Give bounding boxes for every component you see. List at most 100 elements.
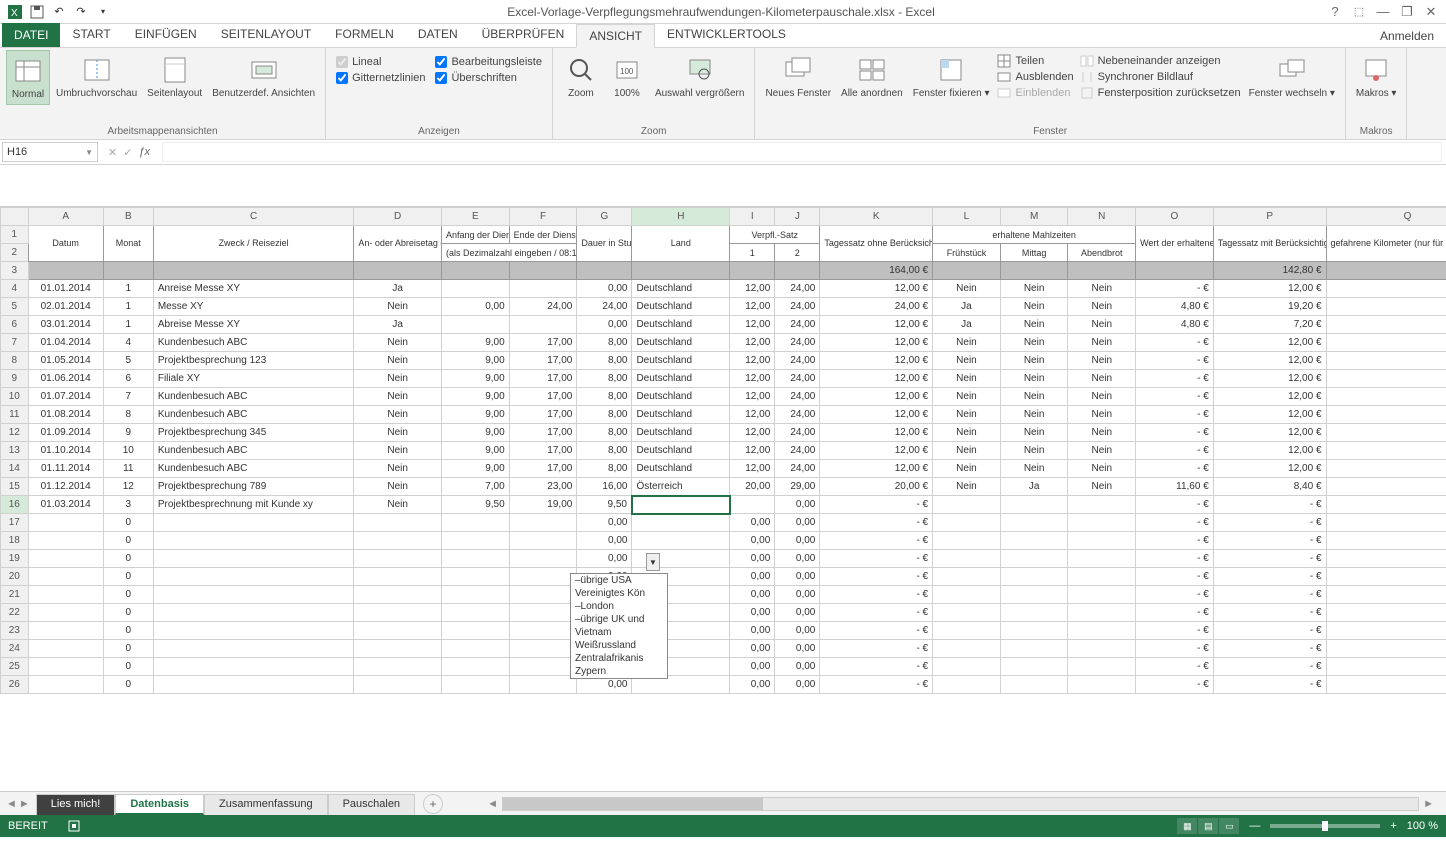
zoom-slider[interactable]	[1270, 824, 1380, 828]
row-header-3[interactable]: 3	[1, 262, 29, 280]
namebox-dropdown-icon[interactable]: ▼	[85, 148, 93, 157]
tab-einfügen[interactable]: EINFÜGEN	[123, 23, 209, 47]
cell-dropdown-button[interactable]: ▼	[646, 553, 660, 571]
dropdown-option[interactable]: Zypern	[571, 665, 667, 678]
table-row[interactable]: 1800,000,000,00- €- €- €	[1, 532, 1446, 550]
pagebreak-preview-button[interactable]: Umbruchvorschau	[52, 50, 141, 103]
row-header-5[interactable]: 5	[1, 298, 29, 316]
excel-icon[interactable]: X	[6, 3, 24, 21]
table-row[interactable]: 1401.11.201411Kundenbesuch ABCNein9,0017…	[1, 460, 1446, 478]
col-header-F[interactable]: F	[509, 208, 577, 226]
close-icon[interactable]: ✕	[1420, 2, 1442, 22]
dropdown-option[interactable]: Vereinigtes Kön	[571, 587, 667, 600]
ruler-checkbox[interactable]: Lineal	[336, 56, 425, 68]
zoom-out-icon[interactable]: —	[1249, 820, 1260, 832]
headings-checkbox[interactable]: Überschriften	[435, 72, 542, 84]
sheet-tab-datenbasis[interactable]: Datenbasis	[115, 794, 204, 815]
dropdown-option[interactable]: Weißrussland	[571, 639, 667, 652]
file-tab[interactable]: DATEI	[2, 23, 60, 47]
signin-link[interactable]: Anmelden	[1368, 25, 1446, 47]
row-header-15[interactable]: 15	[1, 478, 29, 496]
custom-views-button[interactable]: Benutzerdef. Ansichten	[208, 50, 319, 103]
row-header-10[interactable]: 10	[1, 388, 29, 406]
zoom-level[interactable]: 100 %	[1407, 820, 1438, 832]
unhide-button[interactable]: Einblenden	[997, 86, 1073, 100]
table-row[interactable]: 1700,000,000,00- €- €- €	[1, 514, 1446, 532]
row-header-7[interactable]: 7	[1, 334, 29, 352]
table-row[interactable]: 1601.03.20143Projektbesprechnung mit Kun…	[1, 496, 1446, 514]
dropdown-option[interactable]: –übrige UK und	[571, 613, 667, 626]
table-row[interactable]: 801.05.20145Projektbesprechung 123Nein9,…	[1, 352, 1446, 370]
horizontal-scrollbar[interactable]: ◄ ►	[483, 797, 1438, 811]
table-row[interactable]: 1101.08.20148Kundenbesuch ABCNein9,0017,…	[1, 406, 1446, 424]
scroll-right-icon[interactable]: ►	[1419, 798, 1438, 810]
worksheet-grid[interactable]: ABCDEFGHIJKLMNOPQR1DatumMonatZweck / Rei…	[0, 207, 1446, 791]
macros-button[interactable]: Makros ▾	[1352, 50, 1401, 103]
switch-windows-button[interactable]: Fenster wechseln ▾	[1245, 50, 1339, 103]
row-header-24[interactable]: 24	[1, 640, 29, 658]
table-row[interactable]: 2100,000,000,00- €- €- €	[1, 586, 1446, 604]
table-row[interactable]: 1501.12.201412Projektbesprechung 789Nein…	[1, 478, 1446, 496]
col-header-N[interactable]: N	[1068, 208, 1136, 226]
new-window-button[interactable]: Neues Fenster	[761, 50, 835, 103]
normal-view-button[interactable]: Normal	[6, 50, 50, 105]
name-box[interactable]: H16▼	[2, 142, 98, 162]
normal-shortcut-icon[interactable]: ▦	[1177, 818, 1197, 834]
col-header-D[interactable]: D	[354, 208, 442, 226]
col-header-C[interactable]: C	[153, 208, 353, 226]
arrange-all-button[interactable]: Alle anordnen	[837, 50, 907, 103]
add-sheet-button[interactable]: +	[423, 794, 443, 814]
table-row[interactable]: 1301.10.201410Kundenbesuch ABCNein9,0017…	[1, 442, 1446, 460]
pagelayout-shortcut-icon[interactable]: ▤	[1198, 818, 1218, 834]
col-header-M[interactable]: M	[1000, 208, 1068, 226]
help-icon[interactable]: ?	[1324, 2, 1346, 22]
row-header-4[interactable]: 4	[1, 280, 29, 298]
col-header-G[interactable]: G	[577, 208, 632, 226]
col-header-H[interactable]: H	[632, 208, 730, 226]
tab-entwicklertools[interactable]: ENTWICKLERTOOLS	[655, 23, 798, 47]
dropdown-option[interactable]: –übrige USA	[571, 574, 667, 587]
dropdown-option[interactable]: –London	[571, 600, 667, 613]
minimize-icon[interactable]: —	[1372, 2, 1394, 22]
col-header-A[interactable]: A	[28, 208, 103, 226]
row-header-16[interactable]: 16	[1, 496, 29, 514]
tab-daten[interactable]: DATEN	[406, 23, 470, 47]
pagebreak-shortcut-icon[interactable]: ▭	[1219, 818, 1239, 834]
gridlines-checkbox[interactable]: Gitternetzlinien	[336, 72, 425, 84]
table-row[interactable]: 2000,000,000,00- €- €- €	[1, 568, 1446, 586]
sheet-prev-icon[interactable]: ◄	[6, 798, 17, 810]
redo-icon[interactable]: ↷	[72, 3, 90, 21]
row-header-25[interactable]: 25	[1, 658, 29, 676]
sheet-tab-pauschalen[interactable]: Pauschalen	[328, 794, 416, 815]
row-header-2[interactable]: 2	[1, 244, 29, 262]
table-row[interactable]: 603.01.20141Abreise Messe XYJa0,00Deutsc…	[1, 316, 1446, 334]
table-row[interactable]: 2600,000,000,00- €- €- €	[1, 676, 1446, 694]
zoom-selection-button[interactable]: Auswahl vergrößern	[651, 50, 748, 103]
dropdown-option[interactable]: Vietnam	[571, 626, 667, 639]
table-row[interactable]: 701.04.20144Kundenbesuch ABCNein9,0017,0…	[1, 334, 1446, 352]
sheet-nav[interactable]: ◄►	[0, 798, 36, 810]
table-row[interactable]: 2300,000,000,00- €- €- €	[1, 622, 1446, 640]
tab-formeln[interactable]: FORMELN	[323, 23, 406, 47]
split-button[interactable]: Teilen	[997, 54, 1073, 68]
col-header-I[interactable]: I	[730, 208, 775, 226]
tab-überprüfen[interactable]: ÜBERPRÜFEN	[470, 23, 577, 47]
table-row[interactable]: 401.01.20141Anreise Messe XYJa0,00Deutsc…	[1, 280, 1446, 298]
row-header-19[interactable]: 19	[1, 550, 29, 568]
zoom-100-button[interactable]: 100100%	[605, 50, 649, 103]
page-layout-button[interactable]: Seitenlayout	[143, 50, 206, 103]
row-header-8[interactable]: 8	[1, 352, 29, 370]
tab-start[interactable]: START	[60, 23, 122, 47]
table-row[interactable]: 502.01.20141Messe XYNein0,0024,0024,00De…	[1, 298, 1446, 316]
col-header-K[interactable]: K	[820, 208, 933, 226]
row-header-6[interactable]: 6	[1, 316, 29, 334]
freeze-panes-button[interactable]: Fenster fixieren ▾	[909, 50, 994, 103]
dropdown-option[interactable]: Zentralafrikanis	[571, 652, 667, 665]
table-row[interactable]: 2200,000,000,00- €- €- €	[1, 604, 1446, 622]
tab-ansicht[interactable]: ANSICHT	[576, 24, 655, 48]
row-header-9[interactable]: 9	[1, 370, 29, 388]
row-header-21[interactable]: 21	[1, 586, 29, 604]
col-header-O[interactable]: O	[1136, 208, 1214, 226]
validation-dropdown-list[interactable]: –übrige USAVereinigtes Kön–London–übrige…	[570, 573, 668, 679]
table-row[interactable]: 901.06.20146Filiale XYNein9,0017,008,00D…	[1, 370, 1446, 388]
